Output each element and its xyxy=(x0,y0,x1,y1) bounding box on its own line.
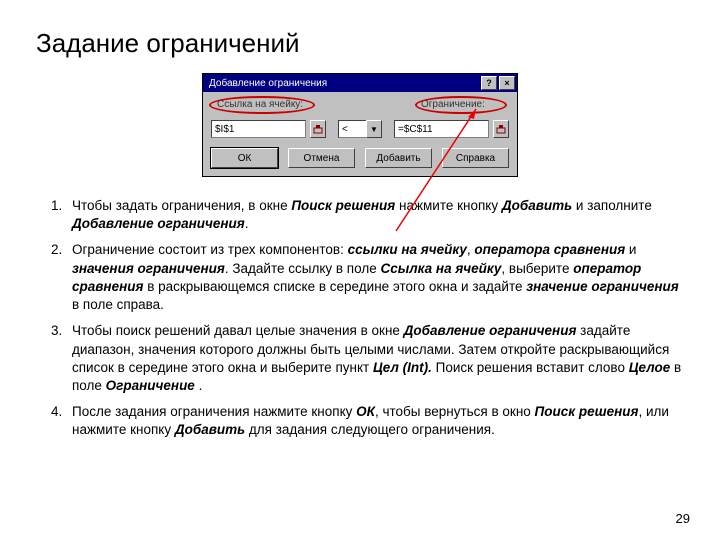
add-button[interactable]: Добавить xyxy=(365,148,432,168)
cancel-button[interactable]: Отмена xyxy=(288,148,355,168)
operator-combo[interactable]: < ▼ xyxy=(338,120,382,138)
close-button[interactable]: × xyxy=(499,76,515,90)
list-item: Чтобы задать ограничения, в окне Поиск р… xyxy=(66,197,684,233)
cell-ref-input[interactable]: $I$1 xyxy=(211,120,306,138)
chevron-down-icon[interactable]: ▼ xyxy=(366,120,382,138)
list-item: После задания ограничения нажмите кнопку… xyxy=(66,403,684,439)
list-item: Ограничение состоит из трех компонентов:… xyxy=(66,241,684,314)
instruction-list: Чтобы задать ограничения, в окне Поиск р… xyxy=(36,197,684,440)
titlebar: Добавление ограничения ? × xyxy=(203,74,517,92)
page-title: Задание ограничений xyxy=(36,28,684,59)
page-number: 29 xyxy=(676,511,690,526)
range-picker-icon-2[interactable] xyxy=(493,120,509,138)
dialog-screenshot: Добавление ограничения ? × Ссылка на яче… xyxy=(36,73,684,177)
constraint-input[interactable]: =$C$11 xyxy=(394,120,489,138)
highlight-oval-left xyxy=(209,96,315,114)
highlight-oval-right xyxy=(415,96,507,114)
range-picker-icon[interactable] xyxy=(310,120,326,138)
add-constraint-dialog: Добавление ограничения ? × Ссылка на яче… xyxy=(202,73,518,177)
help-button-2[interactable]: Справка xyxy=(442,148,509,168)
operator-value: < xyxy=(338,120,366,138)
ok-button[interactable]: ОК xyxy=(211,148,278,168)
titlebar-text: Добавление ограничения xyxy=(205,78,479,89)
help-button[interactable]: ? xyxy=(481,76,497,90)
list-item: Чтобы поиск решений давал целые значения… xyxy=(66,322,684,395)
